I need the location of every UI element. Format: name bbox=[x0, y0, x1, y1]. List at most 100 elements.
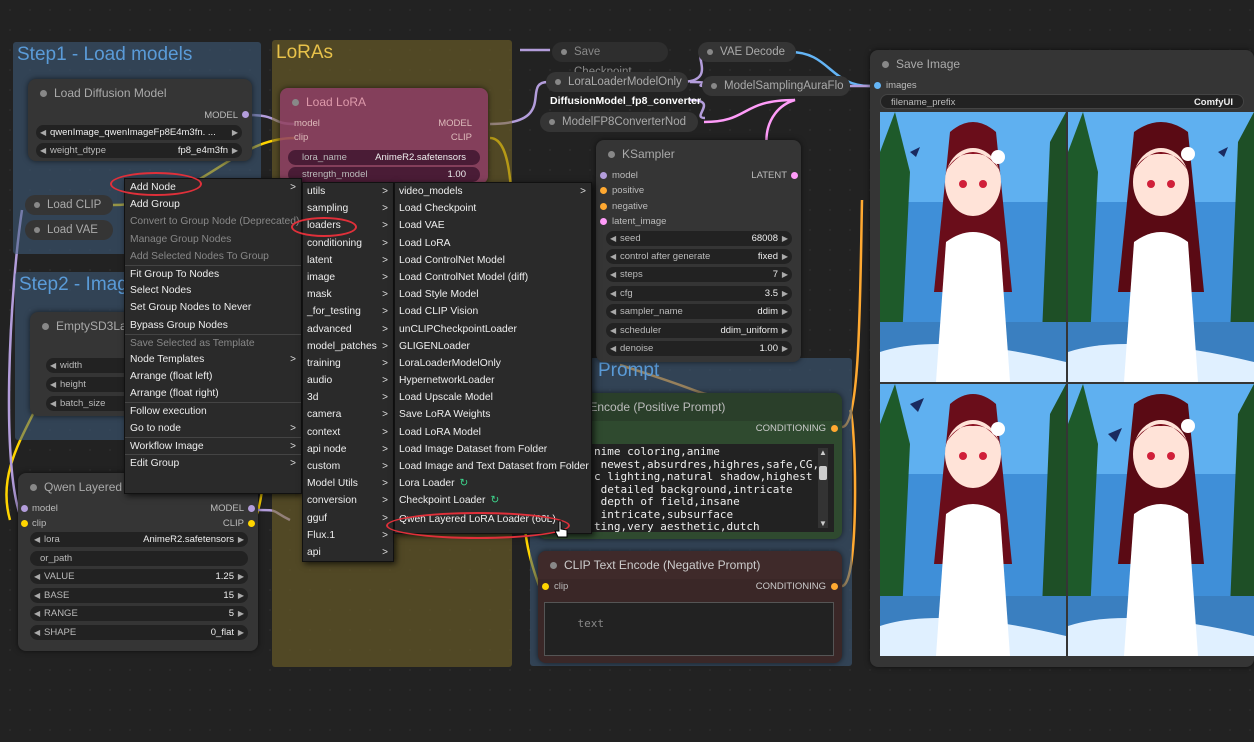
context-menu-item[interactable]: Add Group bbox=[125, 196, 301, 213]
add-node-category-menu[interactable]: utils > sampling > loaders > conditioning > late… bbox=[302, 182, 394, 562]
output-model-dot[interactable] bbox=[242, 111, 249, 118]
positive-prompt-textarea[interactable]: nime coloring,anime newest,absurdres,hig… bbox=[588, 444, 834, 532]
shape-widget[interactable]: ◀ SHAPE 0_flat ▶ bbox=[30, 625, 248, 640]
loaders-menu-item[interactable]: unCLIPCheckpointLoader bbox=[395, 321, 591, 338]
loaders-menu-item[interactable]: Load LoRA bbox=[395, 235, 591, 252]
input-clip-dot[interactable] bbox=[542, 583, 549, 590]
cfg-widget[interactable]: ◀ cfg 3.5 ▶ bbox=[606, 286, 792, 301]
canvas-context-menu[interactable]: Add Node > Add Group Convert to Group Node … bbox=[124, 178, 302, 494]
node-diffusion-fp8-converter[interactable]: DiffusionModel_fp8_converter bbox=[550, 93, 701, 109]
node-load-diffusion-model[interactable]: Load Diffusion Model MODEL ◀ qwenImage_q… bbox=[28, 79, 252, 161]
category-menu-item[interactable]: advanced > bbox=[303, 321, 393, 338]
sampler-name-widget[interactable]: ◀ sampler_name ddim ▶ bbox=[606, 304, 792, 319]
loaders-menu-item[interactable]: Checkpoint Loader ↻ bbox=[395, 492, 591, 509]
output-image-2[interactable] bbox=[1068, 112, 1254, 382]
base-widget[interactable]: ◀ BASE 15 ▶ bbox=[30, 588, 248, 603]
lora-widget[interactable]: ◀ lora AnimeR2.safetensors ▶ bbox=[30, 532, 248, 547]
loaders-menu-item[interactable]: Load Image Dataset from Folder bbox=[395, 441, 591, 458]
category-menu-item[interactable]: sampling > bbox=[303, 200, 393, 217]
output-image-4[interactable] bbox=[1068, 384, 1254, 656]
output-conditioning-dot[interactable] bbox=[831, 425, 838, 432]
loaders-menu-item[interactable]: Load Upscale Model bbox=[395, 389, 591, 406]
context-menu-item[interactable]: Node Templates > bbox=[125, 351, 301, 368]
category-menu-item[interactable]: audio > bbox=[303, 372, 393, 389]
loaders-menu-item[interactable]: Save LoRA Weights bbox=[395, 406, 591, 423]
input-model-dot[interactable] bbox=[21, 505, 28, 512]
node-load-vae[interactable]: Load VAE bbox=[25, 220, 113, 240]
steps-widget[interactable]: ◀ steps 7 ▶ bbox=[606, 267, 792, 282]
loaders-menu-item[interactable]: Load ControlNet Model (diff) bbox=[395, 269, 591, 286]
scroll-thumb[interactable] bbox=[819, 466, 827, 480]
output-clip-dot[interactable] bbox=[248, 520, 255, 527]
output-latent-dot[interactable] bbox=[791, 172, 798, 179]
category-menu-item[interactable]: api > bbox=[303, 544, 393, 561]
category-menu-item[interactable]: custom > bbox=[303, 458, 393, 475]
denoise-widget[interactable]: ◀ denoise 1.00 ▶ bbox=[606, 341, 792, 356]
category-menu-item[interactable]: gguf > bbox=[303, 510, 393, 527]
node-save-checkpoint[interactable]: Save Checkpoint bbox=[552, 42, 668, 78]
input-positive-dot[interactable] bbox=[600, 187, 607, 194]
range-widget[interactable]: ◀ RANGE 5 ▶ bbox=[30, 606, 248, 621]
loaders-submenu[interactable]: video_models > Load Checkpoint Load VAE Load… bbox=[394, 182, 592, 534]
scroll-down-arrow-icon[interactable]: ▼ bbox=[819, 519, 827, 528]
context-menu-item[interactable]: Set Group Nodes to Never bbox=[125, 299, 301, 316]
category-menu-item[interactable]: utils > bbox=[303, 183, 393, 200]
lora-name-widget[interactable]: lora_name AnimeR2.safetensors bbox=[288, 150, 480, 165]
context-menu-item[interactable]: Bypass Group Nodes bbox=[125, 317, 301, 334]
category-menu-item[interactable]: 3d > bbox=[303, 389, 393, 406]
category-menu-item[interactable]: context > bbox=[303, 424, 393, 441]
output-image-3[interactable] bbox=[880, 384, 1066, 656]
node-lora-loader-model-only[interactable]: LoraLoaderModelOnly bbox=[546, 72, 688, 92]
node-model-fp8-converter[interactable]: ModelFP8ConverterNod bbox=[540, 112, 698, 132]
category-menu-item[interactable]: conditioning > bbox=[303, 235, 393, 252]
category-menu-item[interactable]: mask > bbox=[303, 286, 393, 303]
category-menu-item[interactable]: _for_testing > bbox=[303, 303, 393, 320]
seed-widget[interactable]: ◀ seed 68008 ▶ bbox=[606, 231, 792, 246]
or-path-widget[interactable]: or_path bbox=[30, 551, 248, 566]
loaders-menu-item[interactable]: Load Style Model bbox=[395, 286, 591, 303]
loaders-menu-item[interactable]: GLIGENLoader bbox=[395, 338, 591, 355]
output-conditioning-dot[interactable] bbox=[831, 583, 838, 590]
loaders-menu-item[interactable]: video_models > bbox=[395, 183, 591, 200]
loaders-menu-item[interactable]: Load CLIP Vision bbox=[395, 303, 591, 320]
category-menu-item[interactable]: Model Utils > bbox=[303, 475, 393, 492]
context-menu-item[interactable]: Select Nodes bbox=[125, 282, 301, 299]
loaders-menu-item[interactable]: HypernetworkLoader bbox=[395, 372, 591, 389]
category-menu-item[interactable]: image > bbox=[303, 269, 393, 286]
value-widget[interactable]: ◀ VALUE 1.25 ▶ bbox=[30, 569, 248, 584]
context-menu-item[interactable]: Follow execution bbox=[125, 402, 301, 419]
context-menu-item[interactable]: Edit Group > bbox=[125, 454, 301, 471]
category-menu-item[interactable]: camera > bbox=[303, 406, 393, 423]
input-model-dot[interactable] bbox=[600, 172, 607, 179]
category-menu-item[interactable]: conversion > bbox=[303, 492, 393, 509]
loaders-menu-item[interactable]: Lora Loader ↻ bbox=[395, 475, 591, 492]
control-after-generate-widget[interactable]: ◀ control after generate fixed ▶ bbox=[606, 249, 792, 264]
node-model-sampling-aura-flow[interactable]: ModelSamplingAuraFlo bbox=[702, 76, 850, 96]
input-latent-dot[interactable] bbox=[600, 218, 607, 225]
context-menu-item[interactable]: Go to node > bbox=[125, 420, 301, 437]
context-menu-item[interactable]: Arrange (float right) bbox=[125, 385, 301, 402]
category-menu-item[interactable]: model_patches > bbox=[303, 338, 393, 355]
input-images-dot[interactable] bbox=[874, 82, 881, 89]
category-menu-item[interactable]: api node > bbox=[303, 441, 393, 458]
node-ksampler[interactable]: KSampler model positive negative latent_… bbox=[596, 140, 801, 362]
context-menu-item[interactable]: Workflow Image > bbox=[125, 436, 301, 454]
node-save-image[interactable]: Save Image images filename_prefix ComfyU… bbox=[870, 50, 1254, 667]
scroll-up-arrow-icon[interactable]: ▲ bbox=[819, 448, 827, 457]
node-qwen-layered-lora[interactable]: Qwen Layered Lo model clip MODEL CLIP ◀ … bbox=[18, 473, 258, 651]
output-model-dot[interactable] bbox=[248, 505, 255, 512]
loaders-menu-item[interactable]: Load Image and Text Dataset from Folder bbox=[395, 458, 591, 475]
weight-dtype-widget[interactable]: ◀ weight_dtype fp8_e4m3fn ▶ bbox=[36, 143, 242, 158]
node-load-clip[interactable]: Load CLIP bbox=[25, 195, 113, 215]
filename-prefix-widget[interactable]: filename_prefix ComfyUI bbox=[880, 94, 1244, 109]
category-menu-item[interactable]: latent > bbox=[303, 252, 393, 269]
strength-model-widget[interactable]: strength_model 1.00 bbox=[288, 167, 480, 182]
loaders-menu-item[interactable]: Load Checkpoint bbox=[395, 200, 591, 217]
context-menu-item[interactable]: Fit Group To Nodes bbox=[125, 264, 301, 282]
loaders-menu-item[interactable]: Load ControlNet Model bbox=[395, 252, 591, 269]
negative-prompt-textarea[interactable]: text bbox=[544, 602, 834, 656]
scheduler-widget[interactable]: ◀ scheduler ddim_uniform ▶ bbox=[606, 323, 792, 338]
context-menu-item[interactable]: Arrange (float left) bbox=[125, 368, 301, 385]
unet-name-widget[interactable]: ◀ qwenImage_qwenImageFp8E4m3fn. ... ▶ bbox=[36, 125, 242, 140]
node-vae-decode[interactable]: VAE Decode bbox=[698, 42, 796, 62]
